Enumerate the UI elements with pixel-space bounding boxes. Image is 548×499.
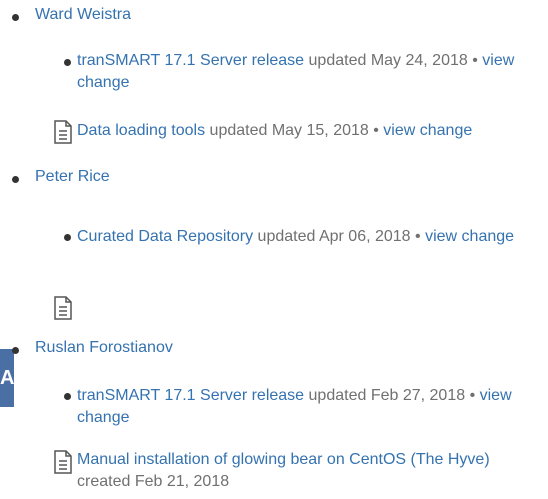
activity-item: Data loading tools updated May 15, 2018 …: [77, 120, 547, 142]
page-link-data-loading-tools[interactable]: Data loading tools: [77, 122, 205, 139]
separator: •: [472, 52, 478, 69]
bullet: [64, 59, 71, 66]
user-link-ward-weistra[interactable]: Ward Weistra: [35, 6, 131, 30]
user-link-peter-rice[interactable]: Peter Rice: [35, 168, 110, 192]
view-change-link[interactable]: view change: [425, 228, 514, 245]
page-link-curated-data-repository[interactable]: Curated Data Repository: [77, 228, 253, 245]
activity-item: tranSMART 17.1 Server release updated Fe…: [77, 385, 547, 429]
separator: •: [469, 387, 476, 404]
bullet: [12, 14, 19, 21]
item-meta: updated May 24, 2018: [308, 52, 468, 69]
page-link-transmart-17-1[interactable]: tranSMART 17.1 Server release: [77, 387, 304, 404]
bullet: [64, 234, 71, 241]
bullet: [64, 393, 71, 400]
bullet: [12, 176, 19, 183]
activity-item: tranSMART 17.1 Server release updated Ma…: [77, 50, 547, 94]
separator: •: [415, 228, 421, 245]
page-link-manual-installation[interactable]: Manual installation of glowing bear on C…: [77, 451, 490, 468]
document-page-icon: [53, 296, 73, 320]
item-meta: updated May 15, 2018: [209, 122, 369, 139]
activity-item: Curated Data Repository updated Apr 06, …: [77, 226, 547, 248]
user-link-ruslan-forostianov[interactable]: Ruslan Forostianov: [35, 339, 173, 363]
document-page-icon: [53, 450, 73, 474]
bullet: [12, 347, 19, 354]
separator: •: [373, 122, 379, 139]
item-meta: created Feb 21, 2018: [77, 473, 230, 490]
view-change-link[interactable]: view change: [383, 122, 472, 139]
item-meta: updated Apr 06, 2018: [257, 228, 411, 245]
side-avatar-block: A: [0, 349, 14, 407]
document-page-icon: [53, 120, 73, 144]
activity-item: Manual installation of glowing bear on C…: [77, 449, 547, 493]
item-meta: updated Feb 27, 2018: [308, 387, 466, 404]
page-link-transmart-17-1[interactable]: tranSMART 17.1 Server release: [77, 52, 304, 69]
